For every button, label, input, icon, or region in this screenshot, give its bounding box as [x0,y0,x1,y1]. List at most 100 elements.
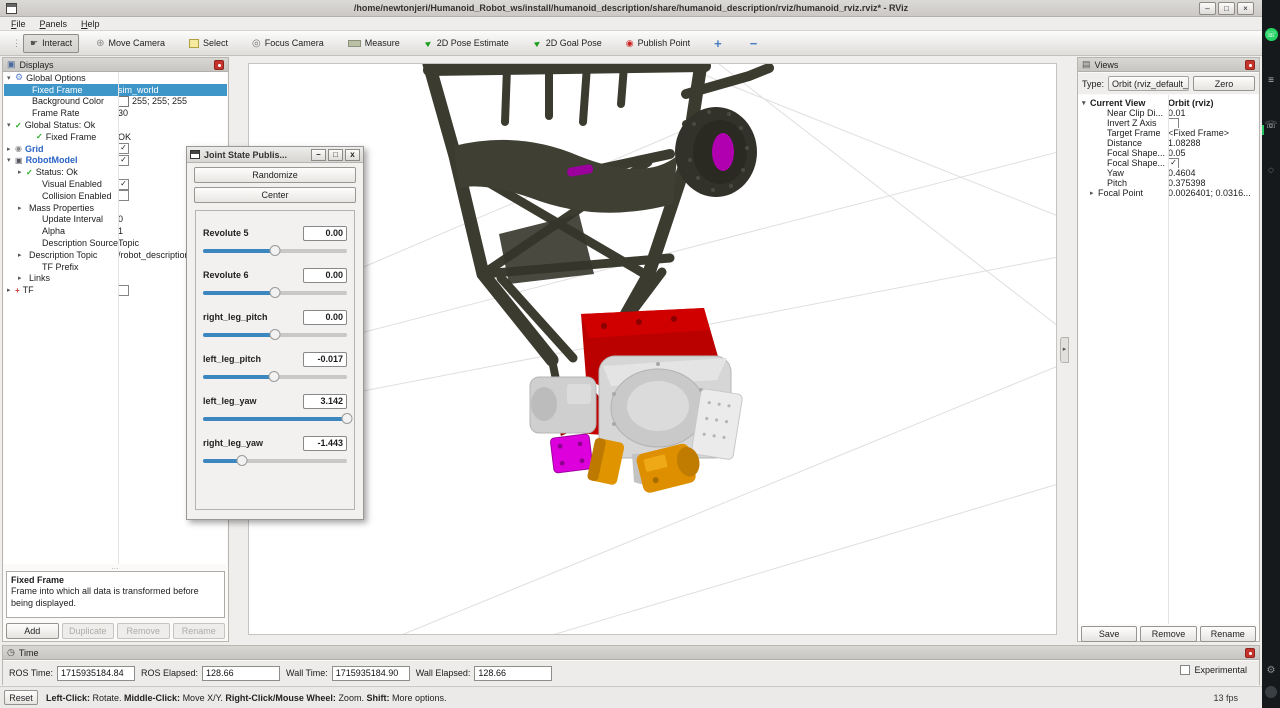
table-row[interactable]: Yaw 0.4604 [1079,168,1258,178]
slider-handle[interactable] [270,329,281,340]
table-row[interactable]: Pitch 0.375398 [1079,178,1258,188]
joint-slider[interactable] [203,459,347,463]
property-value[interactable]: 0.01 [1168,108,1257,118]
slider-handle[interactable] [270,245,281,256]
menu-item[interactable]: Panels [33,19,75,29]
time-field-input[interactable] [57,666,135,681]
slider-handle[interactable] [236,455,247,466]
close-icon[interactable] [1245,648,1255,658]
dialog-minimize-button[interactable]: – [311,149,326,161]
joint-value-field[interactable]: 0.00 [303,268,347,283]
views-action-button[interactable]: Rename [1200,626,1256,642]
gear-icon[interactable]: ⚙ [1267,665,1276,676]
property-value[interactable]: 255; 255; 255 [118,96,226,108]
table-row[interactable]: Background Color 255; 255; 255 [4,96,227,108]
joint-value-field[interactable]: 0.00 [303,226,347,241]
maximize-button[interactable]: □ [1218,2,1235,15]
time-field-input[interactable] [474,666,552,681]
dialog-title-bar[interactable]: Joint State Publis... – □ x [187,147,363,163]
chat-icon[interactable]: ☏ [1265,120,1278,131]
property-value[interactable]: 0.375398 [1168,178,1257,188]
joint-slider[interactable] [203,291,347,295]
views-action-button[interactable]: Save [1081,626,1137,642]
property-value[interactable]: 0.4604 [1168,168,1257,178]
close-button[interactable]: × [1237,2,1254,15]
expand-arrow-icon[interactable] [7,145,15,153]
property-value[interactable]: Orbit (rviz) [1168,98,1257,108]
property-value[interactable] [118,119,226,131]
dialog-close-button[interactable]: x [345,149,360,161]
property-value[interactable] [118,72,226,84]
joint-value-field[interactable]: 0.00 [303,310,347,325]
menu-lines-icon[interactable]: ≡ [1268,75,1274,86]
table-row[interactable]: Global Options [4,72,227,84]
toolbar-button[interactable]: Measure [341,34,407,53]
experimental-toggle[interactable]: Experimental [1180,665,1247,675]
time-field-input[interactable] [332,666,410,681]
property-value[interactable]: 1.08288 [1168,138,1257,148]
views-panel-header[interactable]: Views [1078,58,1259,72]
toolbar-button[interactable]: Focus Camera [245,34,331,53]
close-icon[interactable] [1245,60,1255,70]
title-bar[interactable]: /home/newtonjeri/Humanoid_Robot_ws/insta… [0,0,1262,17]
toolbar-button[interactable]: 2D Goal Pose [526,34,609,53]
toolbar-button[interactable] [707,34,733,53]
property-value[interactable]: sim_world [118,84,226,96]
expand-arrow-icon[interactable] [1082,99,1090,107]
property-value[interactable]: 0.05 [1168,148,1257,158]
property-value[interactable]: <Fixed Frame> [1168,128,1257,138]
expand-arrow-icon[interactable] [18,168,26,176]
displays-action-button[interactable]: Duplicate [62,623,115,639]
toolbar-button[interactable]: Move Camera [89,34,172,53]
joint-value-field[interactable]: -0.017 [303,352,347,367]
toolbar-button[interactable] [743,34,769,53]
displays-action-button[interactable]: Add [6,623,59,639]
dialog-maximize-button[interactable]: □ [328,149,343,161]
table-row[interactable]: Invert Z Axis [1079,118,1258,128]
displays-action-button[interactable]: Remove [117,623,170,639]
randomize-button[interactable]: Randomize [194,167,356,183]
property-value[interactable]: 30 [118,107,226,119]
profile-avatar[interactable] [1265,686,1277,698]
whatsapp-icon[interactable]: ☏ [1265,28,1278,41]
table-row[interactable]: Fixed Frame OK [4,131,227,143]
experimental-checkbox[interactable] [1180,665,1190,675]
table-row[interactable]: Fixed Frame sim_world [4,84,227,96]
joint-slider[interactable] [203,417,347,421]
table-row[interactable]: Global Status: Ok [4,119,227,131]
property-value[interactable]: 0.0026401; 0.0316... [1168,188,1257,198]
close-icon[interactable] [214,60,224,70]
table-row[interactable]: Frame Rate 30 [4,107,227,119]
table-row[interactable]: Focal Shape... [1079,158,1258,168]
expand-arrow-icon[interactable] [18,251,26,259]
property-value[interactable] [1168,118,1257,128]
time-field-input[interactable] [202,666,280,681]
displays-panel-header[interactable]: Displays [3,58,228,72]
property-value[interactable]: OK [118,131,226,143]
toolbar-button[interactable]: Select [182,34,235,53]
expand-arrow-icon[interactable] [7,74,15,82]
toolbar-button[interactable]: 2D Pose Estimate [417,34,516,53]
property-value[interactable] [1168,158,1257,168]
expand-arrow-icon[interactable] [7,286,15,294]
joint-state-publisher-dialog[interactable]: Joint State Publis... – □ x Randomize Ce… [186,146,364,520]
panel-expander-arrow[interactable]: ▸ [1060,337,1069,363]
view-type-dropdown[interactable]: Orbit (rviz_default_ ▼ [1108,76,1189,91]
displays-action-button[interactable]: Rename [173,623,226,639]
minimize-button[interactable]: – [1199,2,1216,15]
render-viewport[interactable] [248,63,1057,635]
expand-arrow-icon[interactable] [7,156,15,164]
expand-arrow-icon[interactable] [18,274,26,282]
expand-arrow-icon[interactable] [1090,189,1098,197]
table-row[interactable]: Target Frame <Fixed Frame> [1079,128,1258,138]
expand-arrow-icon[interactable] [18,204,26,212]
joint-value-field[interactable]: -1.443 [303,436,347,451]
slider-handle[interactable] [270,287,281,298]
menu-item[interactable]: File [4,19,33,29]
status-circle-icon[interactable]: ◌ [1268,165,1274,176]
table-row[interactable]: Focal Point 0.0026401; 0.0316... [1079,188,1258,198]
expand-arrow-icon[interactable] [7,121,15,129]
reset-button[interactable]: Reset [4,690,38,705]
slider-handle[interactable] [268,371,279,382]
table-row[interactable]: Current View Orbit (rviz) [1079,98,1258,108]
